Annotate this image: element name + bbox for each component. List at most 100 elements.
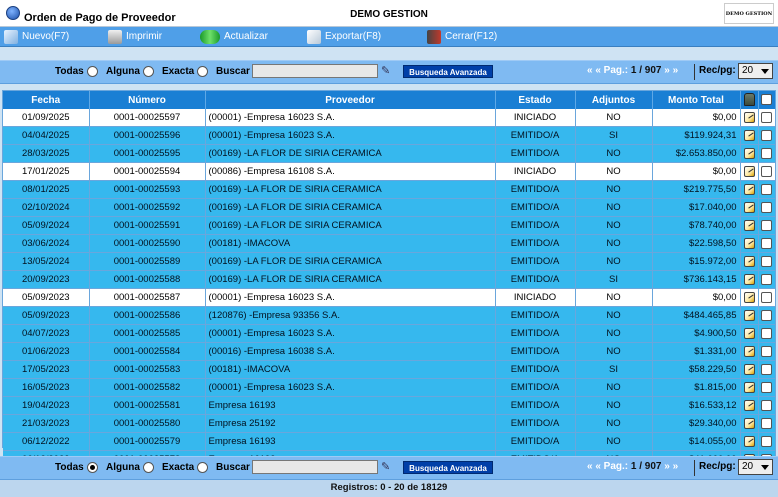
next-page-icon[interactable]: » » xyxy=(662,461,678,472)
row-checkbox[interactable] xyxy=(761,292,772,303)
row-checkbox[interactable] xyxy=(761,364,772,375)
table-row[interactable]: 16/05/2023 0001-00025582 (00001) -Empresa … xyxy=(3,378,776,397)
col-header-estado[interactable]: Estado xyxy=(495,91,576,109)
edit-icon[interactable] xyxy=(743,364,755,375)
radio-exacta-circle[interactable] xyxy=(197,66,209,77)
col-header-select[interactable] xyxy=(758,91,776,109)
col-header-monto[interactable]: Monto Total xyxy=(652,91,741,109)
table-row[interactable]: 06/12/2022 0001-00025579 Empresa 16193 EMIT… xyxy=(3,432,776,451)
table-row[interactable]: 04/07/2023 0001-00025585 (00001) -Empresa … xyxy=(3,324,776,343)
row-checkbox[interactable] xyxy=(761,256,772,267)
edit-icon[interactable] xyxy=(743,400,755,411)
search-wand-icon[interactable]: ✎ xyxy=(381,64,393,78)
col-header-delete[interactable] xyxy=(740,91,759,109)
cell-proveedor: (120876) -Empresa 93356 S.A. xyxy=(205,306,496,325)
table-row[interactable]: 17/01/2025 0001-00025594 (00086) -Empresa … xyxy=(3,162,776,181)
table-row[interactable]: 21/03/2023 0001-00025580 Empresa 25192 EMIT… xyxy=(3,414,776,433)
row-checkbox[interactable] xyxy=(761,166,772,177)
row-checkbox[interactable] xyxy=(761,274,772,285)
row-checkbox[interactable] xyxy=(761,220,772,231)
table-row[interactable]: 17/05/2023 0001-00025583 (00181) -IMACOVA E… xyxy=(3,360,776,379)
next-page-icon[interactable]: » » xyxy=(662,65,678,76)
edit-icon[interactable] xyxy=(743,238,755,249)
cell-adjuntos: NO xyxy=(575,109,653,127)
radio-todas-bottom[interactable]: Todas xyxy=(55,462,98,473)
radio-exacta-top[interactable]: Exacta xyxy=(162,66,209,77)
search-wand-icon[interactable]: ✎ xyxy=(381,460,393,474)
cell-edit xyxy=(740,198,759,217)
edit-icon[interactable] xyxy=(743,130,755,141)
radio-alguna-circle[interactable] xyxy=(142,66,154,77)
print-button[interactable]: Imprimir xyxy=(108,29,162,45)
export-button[interactable]: Exportar(F8) xyxy=(307,29,381,45)
edit-icon[interactable] xyxy=(743,166,755,177)
edit-icon[interactable] xyxy=(743,328,755,339)
table-row[interactable]: 08/01/2025 0001-00025593 (00169) -LA FLOR … xyxy=(3,180,776,199)
row-checkbox[interactable] xyxy=(761,418,772,429)
new-button[interactable]: Nuevo(F7) xyxy=(4,29,69,45)
select-all-checkbox[interactable] xyxy=(761,94,772,105)
row-checkbox[interactable] xyxy=(761,310,772,321)
edit-icon[interactable] xyxy=(743,256,755,267)
table-row[interactable]: 20/09/2023 0001-00025588 (00169) -LA FLOR … xyxy=(3,270,776,289)
row-checkbox[interactable] xyxy=(761,148,772,159)
edit-icon[interactable] xyxy=(743,184,755,195)
prev-page-icon[interactable]: « « Pag.: xyxy=(587,65,631,76)
table-row[interactable]: 05/09/2023 0001-00025587 (00001) -Empresa … xyxy=(3,288,776,307)
col-header-fecha[interactable]: Fecha xyxy=(3,91,90,109)
radio-exacta-bottom[interactable]: Exacta xyxy=(162,462,209,473)
table-row[interactable]: 19/04/2023 0001-00025581 Empresa 16193 EMIT… xyxy=(3,396,776,415)
advanced-search-button-bottom[interactable]: Busqueda Avanzada xyxy=(403,461,493,474)
table-row[interactable]: 03/06/2024 0001-00025590 (00181) -IMACOVA E… xyxy=(3,234,776,253)
cell-edit xyxy=(740,378,759,397)
row-checkbox[interactable] xyxy=(761,202,772,213)
edit-icon[interactable] xyxy=(743,310,755,321)
radio-todas-circle[interactable] xyxy=(86,66,98,77)
edit-icon[interactable] xyxy=(743,382,755,393)
edit-icon[interactable] xyxy=(743,292,755,303)
edit-icon[interactable] xyxy=(743,112,755,123)
row-checkbox[interactable] xyxy=(761,112,772,123)
table-row[interactable]: 13/05/2024 0001-00025589 (00169) -LA FLOR … xyxy=(3,252,776,271)
edit-icon[interactable] xyxy=(743,220,755,231)
radio-exacta-circle[interactable] xyxy=(197,462,209,473)
edit-icon[interactable] xyxy=(743,274,755,285)
table-row[interactable]: 04/04/2025 0001-00025596 (00001) -Empresa … xyxy=(3,126,776,145)
radio-alguna-circle[interactable] xyxy=(142,462,154,473)
table-row[interactable]: 05/09/2023 0001-00025586 (120876) -Empresa… xyxy=(3,306,776,325)
refresh-button[interactable]: Actualizar xyxy=(200,29,268,45)
search-input-top[interactable] xyxy=(252,64,378,78)
records-per-page-select-top[interactable]: 20 xyxy=(738,63,773,79)
row-checkbox[interactable] xyxy=(761,382,772,393)
edit-icon[interactable] xyxy=(743,202,755,213)
col-header-adjuntos[interactable]: Adjuntos xyxy=(575,91,653,109)
edit-icon[interactable] xyxy=(743,418,755,429)
row-checkbox[interactable] xyxy=(761,436,772,447)
row-checkbox[interactable] xyxy=(761,238,772,249)
table-row[interactable]: 02/10/2024 0001-00025592 (00169) -LA FLOR … xyxy=(3,198,776,217)
table-row[interactable]: 28/03/2025 0001-00025595 (00169) -LA FLOR … xyxy=(3,144,776,163)
row-checkbox[interactable] xyxy=(761,130,772,141)
records-per-page-select-bottom[interactable]: 20 xyxy=(738,459,773,475)
edit-icon[interactable] xyxy=(743,346,755,357)
row-checkbox[interactable] xyxy=(761,184,772,195)
table-row[interactable]: 01/06/2023 0001-00025584 (00016) -Empresa … xyxy=(3,342,776,361)
prev-page-icon[interactable]: « « Pag.: xyxy=(587,461,631,472)
row-checkbox[interactable] xyxy=(761,328,772,339)
close-button[interactable]: Cerrar(F12) xyxy=(427,29,497,45)
table-row[interactable]: 05/09/2024 0001-00025591 (00169) -LA FLOR … xyxy=(3,216,776,235)
advanced-search-button-top[interactable]: Busqueda Avanzada xyxy=(403,65,493,78)
radio-todas-circle[interactable] xyxy=(86,462,98,473)
radio-alguna-top[interactable]: Alguna xyxy=(106,66,154,77)
search-input-bottom[interactable] xyxy=(252,460,378,474)
radio-todas-top[interactable]: Todas xyxy=(55,66,98,77)
table-row[interactable]: 01/09/2025 0001-00025597 (00001) -Empresa … xyxy=(3,109,776,127)
radio-alguna-bottom[interactable]: Alguna xyxy=(106,462,154,473)
edit-icon[interactable] xyxy=(743,436,755,447)
col-header-proveedor[interactable]: Proveedor xyxy=(205,91,496,109)
edit-icon[interactable] xyxy=(743,148,755,159)
trash-bin-icon[interactable] xyxy=(743,93,755,106)
row-checkbox[interactable] xyxy=(761,400,772,411)
row-checkbox[interactable] xyxy=(761,346,772,357)
col-header-numero[interactable]: Número xyxy=(89,91,206,109)
